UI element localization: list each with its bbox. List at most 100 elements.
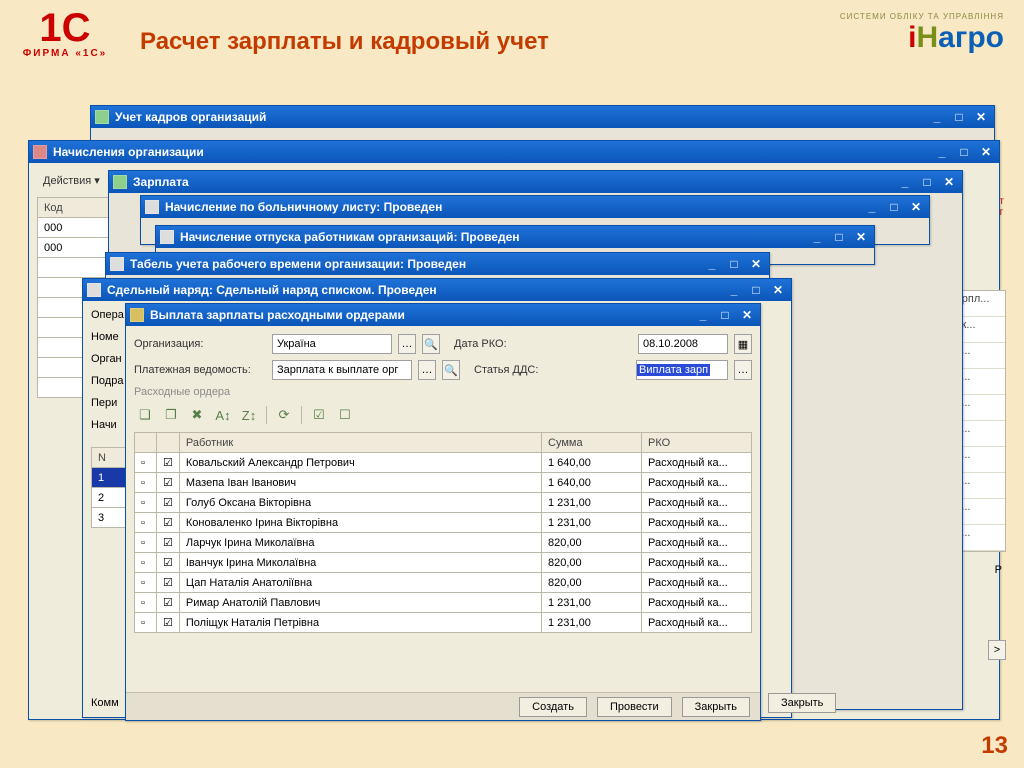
row-check[interactable]: ☑: [157, 573, 180, 593]
create-button[interactable]: Создать: [519, 697, 587, 717]
row-check[interactable]: ☑: [157, 493, 180, 513]
row-mark[interactable]: ▫: [135, 593, 157, 613]
cell-rko: Расходный ка...: [642, 573, 752, 593]
table-row[interactable]: ▫☑Поліщук Наталія Петрівна1 231,00Расход…: [135, 613, 752, 633]
row-check[interactable]: ☑: [157, 593, 180, 613]
minimize-icon[interactable]: _: [703, 256, 721, 272]
sort-za-icon[interactable]: Z↕: [238, 404, 260, 426]
cell-worker: Ларчук Ірина Миколаївна: [179, 533, 541, 553]
payout-grid[interactable]: Работник Сумма РКО ▫☑Ковальский Александ…: [134, 432, 752, 633]
cell-rko: Расходный ка...: [642, 613, 752, 633]
logo-1c-big: 1C: [20, 8, 110, 48]
label-date: Дата РКО:: [454, 338, 507, 350]
row-mark[interactable]: ▫: [135, 493, 157, 513]
check-all-icon[interactable]: ☑: [308, 404, 330, 426]
label-vedom: Платежная ведомость:: [134, 364, 266, 376]
sort-az-icon[interactable]: A↕: [212, 404, 234, 426]
chevron-right-icon[interactable]: >: [988, 640, 1006, 660]
close-icon[interactable]: ✕: [852, 229, 870, 245]
search-icon[interactable]: 🔍: [422, 334, 440, 354]
delete-icon[interactable]: ✖: [186, 404, 208, 426]
minimize-icon[interactable]: _: [928, 109, 946, 125]
table-row[interactable]: ▫☑Мазепа Іван Іванович1 640,00Расходный …: [135, 473, 752, 493]
dds-input[interactable]: Виплата зарп: [636, 360, 728, 380]
titlebar-bolnichny[interactable]: Начисление по больничному листу: Проведе…: [141, 196, 929, 218]
refresh-icon[interactable]: ⟳: [273, 404, 295, 426]
maximize-icon[interactable]: □: [747, 282, 765, 298]
titlebar-payout[interactable]: Выплата зарплаты расходными ордерами _ □…: [126, 304, 760, 326]
row-check[interactable]: ☑: [157, 553, 180, 573]
maximize-icon[interactable]: □: [716, 307, 734, 323]
window-payout[interactable]: Выплата зарплаты расходными ордерами _ □…: [125, 303, 761, 721]
ellipsis-icon[interactable]: …: [418, 360, 436, 380]
table-row[interactable]: ▫☑Іванчук Ірина Миколаївна820,00Расходны…: [135, 553, 752, 573]
ellipsis-icon[interactable]: …: [734, 360, 752, 380]
copy-icon[interactable]: ❐: [160, 404, 182, 426]
table-row[interactable]: ▫☑Римар Анатолій Павлович1 231,00Расходн…: [135, 593, 752, 613]
search-icon[interactable]: 🔍: [442, 360, 460, 380]
minimize-icon[interactable]: _: [933, 144, 951, 160]
titlebar-naryad[interactable]: Сдельный наряд: Сдельный наряд списком. …: [83, 279, 791, 301]
table-row[interactable]: ▫☑Цап Наталія Анатоліївна820,00Расходный…: [135, 573, 752, 593]
table-row[interactable]: ▫☑Голуб Оксана Вікторівна1 231,00Расходн…: [135, 493, 752, 513]
close-icon[interactable]: ✕: [907, 199, 925, 215]
title-otpusk: Начисление отпуска работникам организаци…: [180, 230, 520, 244]
cell-worker: Цап Наталія Анатоліївна: [179, 573, 541, 593]
titlebar-tabel[interactable]: Табель учета рабочего времени организаци…: [106, 253, 769, 275]
titlebar-kadr[interactable]: Учет кадров организаций _ □ ✕: [91, 106, 994, 128]
close-icon[interactable]: ✕: [972, 109, 990, 125]
maximize-icon[interactable]: □: [830, 229, 848, 245]
maximize-icon[interactable]: □: [955, 144, 973, 160]
row-check[interactable]: ☑: [157, 473, 180, 493]
add-icon[interactable]: ❏: [134, 404, 156, 426]
maximize-icon[interactable]: □: [885, 199, 903, 215]
minimize-icon[interactable]: _: [863, 199, 881, 215]
row-mark[interactable]: ▫: [135, 613, 157, 633]
minimize-icon[interactable]: _: [808, 229, 826, 245]
title-naryad: Сдельный наряд: Сдельный наряд списком. …: [107, 283, 437, 297]
close-button-back[interactable]: Закрыть: [768, 693, 836, 713]
close-icon[interactable]: ✕: [769, 282, 787, 298]
row-check[interactable]: ☑: [157, 613, 180, 633]
row-mark[interactable]: ▫: [135, 513, 157, 533]
row-mark[interactable]: ▫: [135, 453, 157, 473]
vedom-input[interactable]: Зарплата к выплате орг: [272, 360, 412, 380]
close-icon[interactable]: ✕: [747, 256, 765, 272]
scroll-right[interactable]: >: [988, 640, 1006, 660]
inagro-tagline: СИСТЕМИ ОБЛІКУ ТА УПРАВЛІННЯ: [840, 12, 1004, 21]
minimize-icon[interactable]: _: [896, 174, 914, 190]
row-mark[interactable]: ▫: [135, 533, 157, 553]
post-button[interactable]: Провести: [597, 697, 672, 717]
close-icon[interactable]: ✕: [738, 307, 756, 323]
org-input[interactable]: Україна: [272, 334, 392, 354]
table-row[interactable]: ▫☑Коноваленко Ірина Вікторівна1 231,00Ра…: [135, 513, 752, 533]
row-mark[interactable]: ▫: [135, 553, 157, 573]
minimize-icon[interactable]: _: [694, 307, 712, 323]
titlebar-zarplata[interactable]: Зарплата _ □ ✕: [109, 171, 962, 193]
cell-sum: 1 231,00: [542, 493, 642, 513]
row-mark[interactable]: ▫: [135, 573, 157, 593]
calendar-icon[interactable]: ▦: [734, 334, 752, 354]
ellipsis-icon[interactable]: …: [398, 334, 416, 354]
minimize-icon[interactable]: _: [725, 282, 743, 298]
row-check[interactable]: ☑: [157, 513, 180, 533]
window-icon: [160, 230, 174, 244]
table-row[interactable]: ▫☑Ковальский Александр Петрович1 640,00Р…: [135, 453, 752, 473]
maximize-icon[interactable]: □: [950, 109, 968, 125]
row-check[interactable]: ☑: [157, 453, 180, 473]
maximize-icon[interactable]: □: [725, 256, 743, 272]
row-mark[interactable]: ▫: [135, 473, 157, 493]
maximize-icon[interactable]: □: [918, 174, 936, 190]
close-button[interactable]: Закрыть: [682, 697, 750, 717]
row-check[interactable]: ☑: [157, 533, 180, 553]
table-row[interactable]: ▫☑Ларчук Ірина Миколаївна820,00Расходный…: [135, 533, 752, 553]
titlebar-otpusk[interactable]: Начисление отпуска работникам организаци…: [156, 226, 874, 248]
close-icon[interactable]: ✕: [977, 144, 995, 160]
window-icon: [145, 200, 159, 214]
cell-sum: 1 231,00: [542, 513, 642, 533]
titlebar-nach[interactable]: Начисления организации _ □ ✕: [29, 141, 999, 163]
date-input[interactable]: 08.10.2008: [638, 334, 728, 354]
uncheck-all-icon[interactable]: ☐: [334, 404, 356, 426]
close-icon[interactable]: ✕: [940, 174, 958, 190]
col-rko: РКО: [642, 433, 752, 453]
